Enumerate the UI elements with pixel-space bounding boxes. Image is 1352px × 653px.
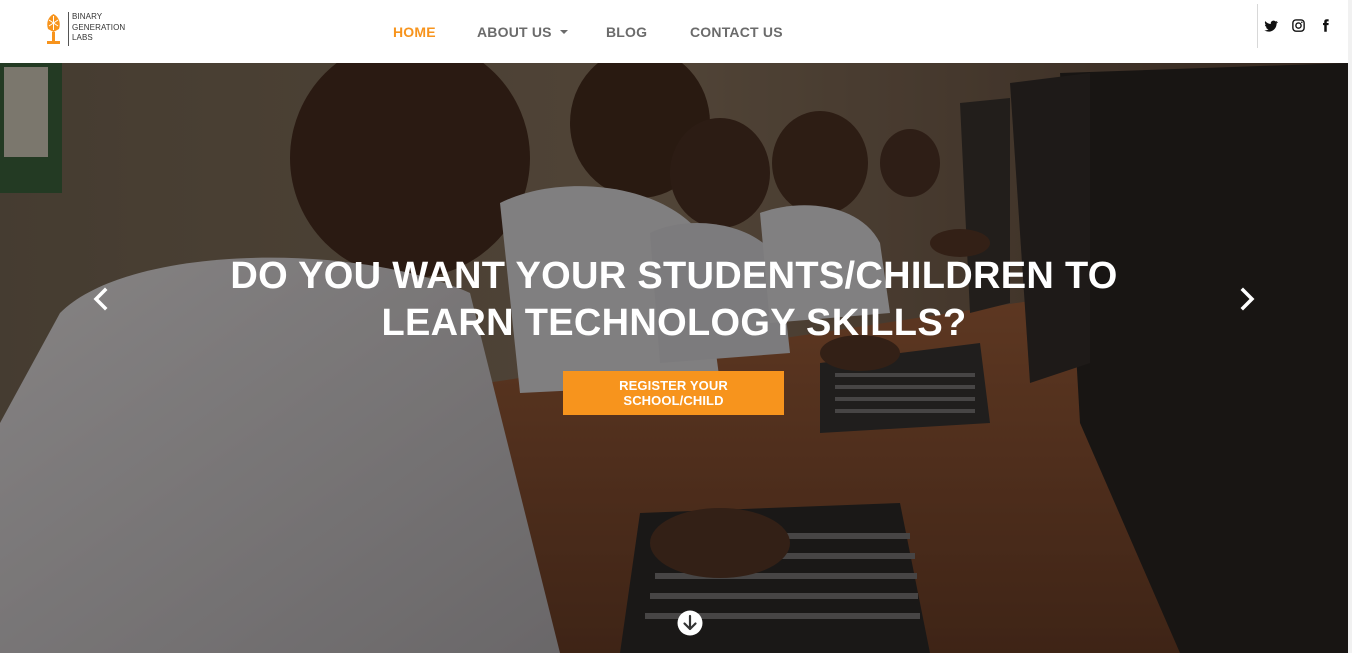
instagram-glyph	[1292, 19, 1305, 32]
nav-blog[interactable]: BLOG	[606, 24, 647, 40]
caret-down-icon	[559, 30, 568, 34]
scroll-down-button[interactable]	[677, 610, 703, 636]
hero-title-line-1: DO YOU WANT YOUR STUDENTS/CHILDREN TO	[230, 255, 1118, 297]
hero-overlay	[0, 63, 1348, 653]
chevron-left-icon	[93, 287, 108, 311]
nav-home[interactable]: HOME	[393, 24, 436, 40]
register-button[interactable]: REGISTER YOUR SCHOOL/CHILD	[563, 371, 784, 415]
twitter-glyph	[1264, 20, 1278, 32]
hero-title-line-2: LEARN TECHNOLOGY SKILLS?	[381, 302, 967, 344]
instagram-icon[interactable]	[1291, 18, 1307, 34]
carousel-next-button[interactable]	[1235, 285, 1259, 313]
hero-title: DO YOU WANT YOUR STUDENTS/CHILDREN TO LE…	[174, 253, 1174, 347]
chevron-right-icon	[1240, 287, 1255, 311]
twitter-icon[interactable]	[1263, 18, 1279, 34]
facebook-glyph	[1323, 19, 1329, 32]
page-scrollbar[interactable]	[1348, 0, 1352, 653]
arrow-down-circle-icon	[677, 610, 703, 636]
facebook-icon[interactable]	[1318, 18, 1334, 34]
site-header: BINARY GENERATION LABS HOME ABOUT US BLO…	[0, 0, 1352, 63]
carousel-prev-button[interactable]	[89, 285, 113, 313]
nav-contact-us[interactable]: CONTACT US	[690, 24, 783, 40]
main-nav: HOME ABOUT US BLOG CONTACT US	[0, 0, 1352, 63]
social-divider	[1257, 4, 1258, 48]
nav-about-us[interactable]: ABOUT US	[477, 24, 568, 40]
nav-about-us-label: ABOUT US	[477, 24, 552, 40]
hero-carousel: DO YOU WANT YOUR STUDENTS/CHILDREN TO LE…	[0, 63, 1348, 653]
